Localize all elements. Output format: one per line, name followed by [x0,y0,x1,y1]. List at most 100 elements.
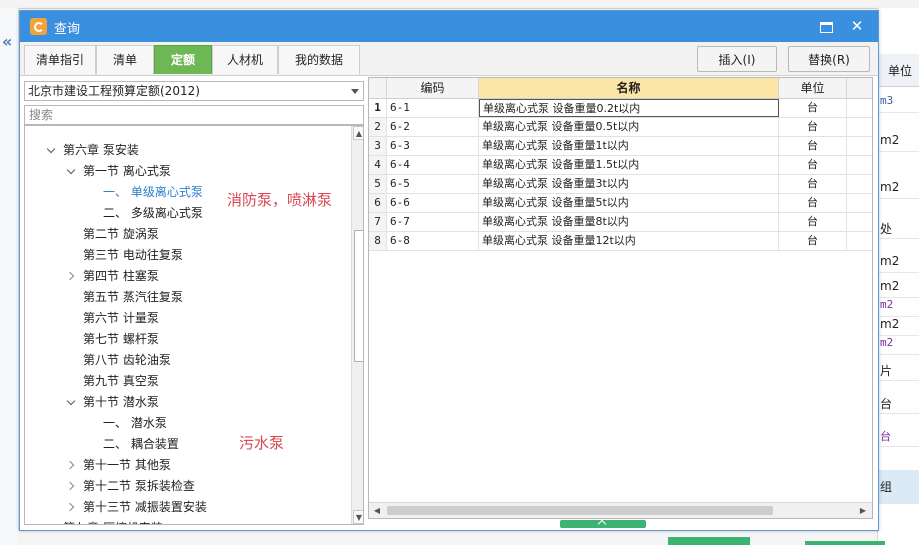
background-unit-cell: m2 [880,180,900,194]
quota-library-value: 北京市建设工程预算定额(2012) [28,84,200,98]
tree-node[interactable]: 第一节 离心式泵 [67,161,171,182]
quota-name-cell[interactable]: 单级离心式泵 设备重量5t以内 [479,194,779,212]
tree-node[interactable]: 第二节 旋涡泵 [67,224,159,245]
quota-name-cell[interactable]: 单级离心式泵 设备重量8t以内 [479,213,779,231]
scroll-down-icon[interactable]: ▼ [353,510,363,524]
chevron-right-icon[interactable] [47,523,57,525]
quota-library-select[interactable]: 北京市建设工程预算定额(2012) [24,81,364,101]
grid-header-name[interactable]: 名称 [479,78,779,98]
quota-unit-cell[interactable]: 台 [779,213,847,231]
search-input[interactable] [24,105,364,125]
tree-scrollbar[interactable]: ▲ ▼ [351,126,363,524]
quota-code-cell[interactable]: 6-3 [387,137,479,155]
quota-unit-cell[interactable]: 台 [779,99,847,117]
row-number[interactable]: 7 [369,213,387,231]
tree-node[interactable]: 第五节 蒸汽往复泵 [67,287,183,308]
scroll-up-icon[interactable]: ▲ [353,126,363,140]
tab-bill[interactable]: 清单 [96,45,154,74]
tree-node[interactable]: 第十一节 其他泵 [67,455,171,476]
row-number[interactable]: 8 [369,232,387,250]
quota-name-cell[interactable]: 单级离心式泵 设备重量3t以内 [479,175,779,193]
replace-button[interactable]: 替换(R) [788,46,870,72]
quota-code-cell[interactable]: 6-2 [387,118,479,136]
tree-node[interactable]: 一、 单级离心式泵 [87,182,203,203]
scroll-left-icon[interactable]: ◀ [370,504,384,517]
row-number[interactable]: 4 [369,156,387,174]
row-number[interactable]: 3 [369,137,387,155]
quota-name-cell[interactable]: 单级离心式泵 设备重量0.2t以内 [479,99,779,117]
tree-node[interactable]: 第八节 齿轮油泵 [67,350,171,371]
tree-node[interactable]: 第三节 电动往复泵 [67,245,183,266]
quota-unit-cell[interactable]: 台 [779,156,847,174]
chevron-down-icon[interactable] [67,166,77,176]
table-row[interactable]: 4 6-4 单级离心式泵 设备重量1.5t以内台 [369,156,872,175]
quota-name-cell[interactable]: 单级离心式泵 设备重量0.5t以内 [479,118,779,136]
scroll-right-icon[interactable]: ▶ [856,504,870,517]
quota-code-cell[interactable]: 6-5 [387,175,479,193]
dialog-titlebar[interactable]: 查询 ✕ [20,11,878,42]
chevron-down-icon[interactable] [47,145,57,155]
grid-scroll-thumb[interactable] [387,506,773,515]
tree-node-label: 第六节 计量泵 [83,311,159,325]
tree-node[interactable]: 第九节 真空泵 [67,371,159,392]
tab-bill-guide[interactable]: 清单指引 [24,45,96,74]
tree-node[interactable]: 一、 潜水泵 [87,413,167,434]
table-row[interactable]: 1 6-1 单级离心式泵 设备重量0.2t以内台 [369,99,872,118]
row-number[interactable]: 5 [369,175,387,193]
maximize-button[interactable] [815,16,837,36]
quota-name-cell[interactable]: 单级离心式泵 设备重量1.5t以内 [479,156,779,174]
tree-node[interactable]: 第六节 计量泵 [67,308,159,329]
collapse-left-icon[interactable]: « [2,32,12,51]
dialog-splitter-handle[interactable] [560,520,646,528]
tab-quota[interactable]: 定额 [154,45,212,74]
table-row[interactable]: 7 6-7 单级离心式泵 设备重量8t以内台 [369,213,872,232]
row-number[interactable]: 1 [369,99,387,117]
close-button[interactable]: ✕ [846,16,868,36]
tree-node[interactable]: 第四节 柱塞泵 [67,266,159,287]
table-row[interactable]: 8 6-8 单级离心式泵 设备重量12t以内台 [369,232,872,251]
quota-unit-cell[interactable]: 台 [779,194,847,212]
table-row[interactable]: 6 6-6 单级离心式泵 设备重量5t以内台 [369,194,872,213]
table-row[interactable]: 2 6-2 单级离心式泵 设备重量0.5t以内台 [369,118,872,137]
chevron-right-icon[interactable] [67,271,77,281]
tree-node[interactable]: 第十节 潜水泵 [67,392,159,413]
quota-code-cell[interactable]: 6-1 [387,99,479,117]
tab-my-data[interactable]: 我的数据 [278,45,360,74]
quota-name-cell[interactable]: 单级离心式泵 设备重量1t以内 [479,137,779,155]
quota-unit-cell[interactable]: 台 [779,137,847,155]
quota-unit-cell[interactable]: 台 [779,175,847,193]
quota-unit-cell[interactable]: 台 [779,232,847,250]
quota-code-cell[interactable]: 6-4 [387,156,479,174]
tree-node[interactable]: 第十三节 减振装置安装 [67,497,207,518]
background-splitter[interactable] [668,537,750,545]
tree-node[interactable]: 第七节 螺杆泵 [67,329,159,350]
chevron-right-icon[interactable] [67,481,77,491]
chevron-down-icon[interactable] [67,397,77,407]
tree-scroll-thumb[interactable] [354,230,363,362]
chevron-right-icon[interactable] [67,460,77,470]
tree-node[interactable]: 第六章 泵安装 [47,140,139,161]
insert-button[interactable]: 插入(I) [697,46,777,72]
grid-header-unit[interactable]: 单位 [779,78,847,98]
quota-unit-cell[interactable]: 台 [779,118,847,136]
tab-labor-material-machine[interactable]: 人材机 [212,45,278,74]
tree-node-label: 第十三节 减振装置安装 [83,500,207,514]
table-row[interactable]: 5 6-5 单级离心式泵 设备重量3t以内台 [369,175,872,194]
tree-node[interactable]: 第十二节 泵拆装检查 [67,476,195,497]
table-row[interactable]: 3 6-3 单级离心式泵 设备重量1t以内台 [369,137,872,156]
quota-name-cell[interactable]: 单级离心式泵 设备重量12t以内 [479,232,779,250]
background-unit-cell: m2 [880,279,900,293]
quota-code-cell[interactable]: 6-6 [387,194,479,212]
row-number[interactable]: 6 [369,194,387,212]
background-splitter-2[interactable] [805,541,885,545]
chevron-right-icon[interactable] [67,502,77,512]
tree-node-label: 一、 单级离心式泵 [103,185,203,199]
tree-node[interactable]: 二、 多级离心式泵 [87,203,203,224]
grid-header-code[interactable]: 编码 [387,78,479,98]
tree-node[interactable]: 第七章 压缩机安装 [47,518,163,525]
quota-code-cell[interactable]: 6-8 [387,232,479,250]
row-number[interactable]: 2 [369,118,387,136]
grid-horizontal-scrollbar[interactable]: ◀ ▶ [369,502,872,518]
quota-code-cell[interactable]: 6-7 [387,213,479,231]
tree-node[interactable]: 二、 耦合装置 [87,434,179,455]
